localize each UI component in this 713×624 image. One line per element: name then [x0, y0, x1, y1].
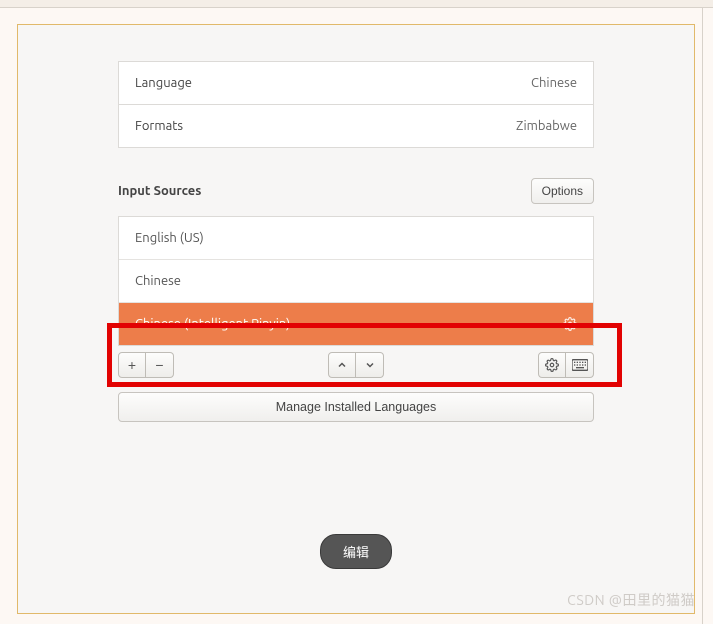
- preferences-icon[interactable]: [563, 317, 577, 331]
- input-source-item[interactable]: English (US): [119, 217, 593, 259]
- plus-icon: +: [128, 357, 136, 373]
- input-sources-header: Input Sources Options: [118, 178, 594, 204]
- input-source-item-selected[interactable]: Chinese (Intelligent Pinyin): [119, 302, 593, 345]
- locale-settings-table: Language Chinese Formats Zimbabwe: [118, 61, 594, 148]
- show-keyboard-layout-button[interactable]: [566, 352, 594, 378]
- language-row[interactable]: Language Chinese: [119, 62, 593, 104]
- add-source-button[interactable]: +: [118, 352, 146, 378]
- gear-icon: [545, 358, 559, 372]
- input-sources-toolbar: + −: [118, 352, 594, 378]
- input-source-label: Chinese: [135, 274, 181, 288]
- chevron-down-icon: [364, 359, 376, 371]
- edit-button[interactable]: 编辑: [320, 534, 392, 569]
- manage-languages-button[interactable]: Manage Installed Languages: [118, 392, 594, 422]
- chevron-up-icon: [336, 359, 348, 371]
- formats-label: Formats: [135, 119, 183, 133]
- language-label: Language: [135, 76, 192, 90]
- language-value: Chinese: [531, 76, 577, 90]
- formats-value: Zimbabwe: [516, 119, 577, 133]
- input-sources-list: English (US) Chinese Chinese (Intelligen…: [118, 216, 594, 346]
- settings-window: Language Chinese Formats Zimbabwe Input …: [17, 24, 695, 614]
- input-source-settings-button[interactable]: [538, 352, 566, 378]
- keyboard-icon: [572, 359, 588, 371]
- input-source-item[interactable]: Chinese: [119, 259, 593, 302]
- input-sources-title: Input Sources: [118, 184, 201, 198]
- remove-source-button[interactable]: −: [146, 352, 174, 378]
- formats-row[interactable]: Formats Zimbabwe: [119, 104, 593, 147]
- input-source-label: English (US): [135, 231, 204, 245]
- move-up-button[interactable]: [328, 352, 356, 378]
- input-source-label: Chinese (Intelligent Pinyin): [135, 317, 290, 331]
- minus-icon: −: [155, 357, 163, 373]
- options-button[interactable]: Options: [531, 178, 594, 204]
- move-down-button[interactable]: [356, 352, 384, 378]
